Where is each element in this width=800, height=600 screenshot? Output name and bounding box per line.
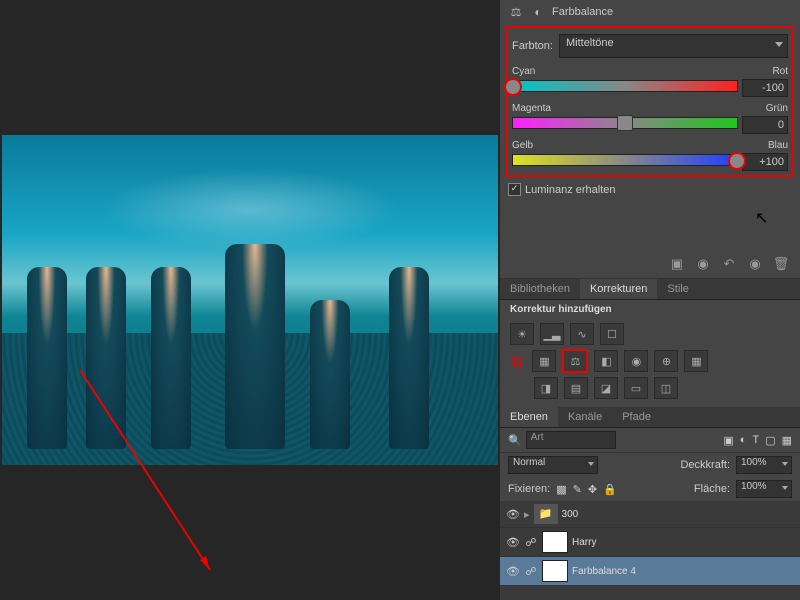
canvas-image bbox=[2, 135, 498, 465]
adj-selective-color-icon[interactable]: ◫ bbox=[654, 377, 678, 399]
reset-icon[interactable]: ↶ bbox=[720, 256, 738, 272]
opacity-label: Deckkraft: bbox=[680, 459, 730, 471]
layers-tabs: EbenenKanälePfade bbox=[500, 407, 800, 428]
adj-curves-icon[interactable]: ∿ bbox=[570, 323, 594, 345]
properties-panel: ⚖ ◐ Farbbalance Farbton: Mitteltöne Cyan… bbox=[500, 0, 800, 600]
search-icon[interactable]: 🔍 bbox=[508, 434, 522, 447]
tab-korrekturen[interactable]: Korrekturen bbox=[580, 279, 657, 299]
adj-bw-icon[interactable]: ◧ bbox=[594, 350, 618, 372]
layer-name: Farbbalance 4 bbox=[572, 566, 794, 577]
filter-text-icon[interactable]: T bbox=[752, 434, 759, 447]
visibility-toggle[interactable]: 👁 bbox=[506, 536, 520, 549]
adj-lut-icon[interactable]: ▦ bbox=[684, 350, 708, 372]
view-prev-icon[interactable]: ◉ bbox=[694, 256, 712, 272]
slider-handle-0[interactable] bbox=[504, 78, 522, 96]
adj-invert-icon[interactable]: ◨ bbox=[534, 377, 558, 399]
layer-list: 👁▸ 📁300👁☍Harry👁☍Farbbalance 4 bbox=[500, 501, 800, 600]
filter-smart-icon[interactable]: ▦ bbox=[782, 434, 792, 447]
adj-brightness-icon[interactable]: ☀ bbox=[510, 323, 534, 345]
annotation-1: 1) bbox=[510, 353, 522, 369]
layer-filter-dropdown[interactable]: Art bbox=[526, 431, 616, 449]
tab-bibliotheken[interactable]: Bibliotheken bbox=[500, 279, 580, 299]
adj-channel-mixer-icon[interactable]: ⊕ bbox=[654, 350, 678, 372]
tab-pfade[interactable]: Pfade bbox=[612, 407, 661, 427]
panel-title: Farbbalance bbox=[552, 6, 613, 18]
balance-icon: ⚖ bbox=[508, 4, 524, 20]
tab-kanäle[interactable]: Kanäle bbox=[558, 407, 612, 427]
tone-dropdown[interactable]: Mitteltöne bbox=[559, 34, 788, 58]
lock-paint-icon[interactable]: ✎ bbox=[573, 483, 582, 496]
add-adjustment-label: Korrektur hinzufügen bbox=[500, 300, 800, 319]
slider-handle-2[interactable] bbox=[728, 152, 746, 170]
adj-color-balance-icon[interactable]: ⚖ bbox=[562, 349, 588, 373]
slider-value-2[interactable] bbox=[742, 153, 788, 171]
layer-name: 300 bbox=[562, 509, 794, 520]
slider-track-1[interactable] bbox=[512, 117, 738, 129]
adj-gradient-map-icon[interactable]: ▭ bbox=[624, 377, 648, 399]
tab-ebenen[interactable]: Ebenen bbox=[500, 407, 558, 427]
filter-adj-icon[interactable]: ◐ bbox=[740, 434, 747, 447]
filter-pixel-icon[interactable]: ▣ bbox=[723, 434, 733, 447]
slider-left-label: Magenta bbox=[512, 103, 551, 114]
color-balance-controls: Farbton: Mitteltöne CyanRot MagentaGrün … bbox=[506, 26, 794, 177]
layer-row[interactable]: 👁 ☍ Harry bbox=[500, 528, 800, 557]
layer-name: Harry bbox=[572, 537, 794, 548]
visibility-toggle[interactable]: 👁 bbox=[506, 565, 520, 578]
preserve-lum-checkbox[interactable]: ✓ bbox=[508, 183, 521, 196]
trash-icon[interactable]: 🗑 bbox=[772, 256, 790, 272]
slider-left-label: Gelb bbox=[512, 140, 533, 151]
adj-posterize-icon[interactable]: ▤ bbox=[564, 377, 588, 399]
fill-label: Fläche: bbox=[694, 483, 730, 495]
corrections-tabs: BibliothekenKorrekturenStile bbox=[500, 279, 800, 300]
adj-photo-filter-icon[interactable]: ◉ bbox=[624, 350, 648, 372]
lock-label: Fixieren: bbox=[508, 483, 550, 495]
canvas-area[interactable] bbox=[0, 0, 500, 600]
tone-label: Farbton: bbox=[512, 40, 553, 52]
visibility-icon[interactable]: ◉ bbox=[746, 256, 764, 272]
link-icon[interactable]: ☍ bbox=[524, 536, 538, 549]
slider-left-label: Cyan bbox=[512, 66, 535, 77]
slider-value-1[interactable] bbox=[742, 116, 788, 134]
slider-right-label: Rot bbox=[772, 66, 788, 77]
preserve-lum-label: Luminanz erhalten bbox=[525, 184, 616, 196]
slider-right-label: Blau bbox=[768, 140, 788, 151]
opacity-input[interactable]: 100% bbox=[736, 456, 792, 474]
adj-exposure-icon[interactable]: ☐ bbox=[600, 323, 624, 345]
lock-pos-icon[interactable]: ✥ bbox=[588, 483, 597, 496]
visibility-toggle[interactable]: 👁 bbox=[506, 508, 520, 521]
slider-track-2[interactable] bbox=[512, 154, 738, 166]
slider-track-0[interactable] bbox=[512, 80, 738, 92]
adjustment-grid: ☀ ▁▃ ∿ ☐ 1) ▦ ⚖ ◧ ◉ ⊕ ▦ ◨ ▤ ◪ ▭ ◫ bbox=[500, 319, 800, 407]
lock-all-icon[interactable]: 🔒 bbox=[603, 483, 617, 496]
tab-stile[interactable]: Stile bbox=[657, 279, 698, 299]
link-icon[interactable]: ☍ bbox=[524, 565, 538, 578]
clip-icon[interactable]: ▣ bbox=[668, 256, 686, 272]
layer-row[interactable]: 👁▸ 📁300 bbox=[500, 501, 800, 528]
adj-footer-icons: ▣ ◉ ↶ ◉ 🗑 bbox=[500, 250, 800, 279]
adj-threshold-icon[interactable]: ◪ bbox=[594, 377, 618, 399]
slider-value-0[interactable] bbox=[742, 79, 788, 97]
fill-input[interactable]: 100% bbox=[736, 480, 792, 498]
adj-levels-icon[interactable]: ▁▃ bbox=[540, 323, 564, 345]
filter-shape-icon[interactable]: ▢ bbox=[765, 434, 775, 447]
lock-transp-icon[interactable]: ▩ bbox=[556, 483, 566, 496]
blend-mode-dropdown[interactable]: Normal bbox=[508, 456, 598, 474]
mask-icon: ◐ bbox=[530, 4, 546, 20]
adj-vibrance-icon[interactable]: ▦ bbox=[532, 350, 556, 372]
slider-right-label: Grün bbox=[766, 103, 788, 114]
layer-row[interactable]: 👁 ☍ Farbbalance 4 bbox=[500, 557, 800, 586]
slider-handle-1[interactable] bbox=[617, 115, 633, 131]
